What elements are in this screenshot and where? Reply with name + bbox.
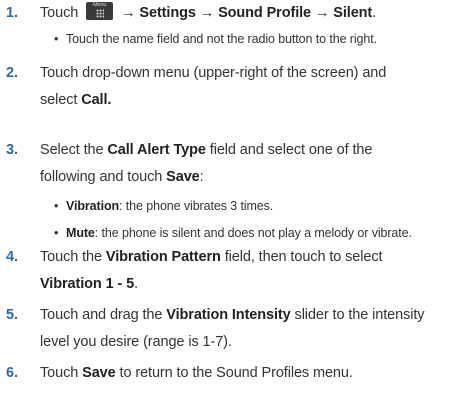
step-text-line: level you desire (range is 1-7). [40,334,232,350]
step-number: 3. [6,142,18,158]
step-text: Touch Menu → Settings → Sound Profile → … [40,0,474,27]
step-number: 5. [6,307,18,323]
step-text-line: Touch and drag the [40,307,167,323]
step-text-line: following and touch [40,169,167,185]
step-text-lead: Touch [40,5,79,21]
step-text-line: Touch drop-down menu (upper-right of the… [40,65,387,81]
step-text-line: slider to the intensity [290,307,425,323]
step-bullet: • Mute: the phone is silent and does not … [54,223,474,243]
step-number: 1. [6,5,18,21]
bullet-icon: • [54,199,59,213]
step-text: Select the Call Alert Type field and sel… [40,137,474,191]
step-text: Touch Save to return to the Sound Profil… [40,360,474,387]
step-bold: Vibration Pattern [105,249,221,265]
step-bold: Save [82,365,116,381]
step-note: • Touch the name field and not the radio … [54,29,474,49]
step-text: Touch the Vibration Pattern field, then … [40,244,474,298]
step-text: Touch and drag the Vibration Intensity s… [40,302,474,356]
step-path: → Settings → Sound Profile → Silent [121,5,373,21]
step-text-line: : [199,169,204,185]
step-text-tail: . [372,5,377,21]
bullet-bold: Mute [66,226,95,240]
step-text-line: field, then touch to select [220,249,383,265]
menu-icon-label: Menu [92,2,107,8]
bullet-bold: Vibration [66,199,120,213]
step-number: 4. [6,249,18,265]
step-bold: Save [166,169,200,185]
step-text-line: field and select one of the [205,142,373,158]
step-bold: Call. [81,92,112,108]
step-number: 6. [6,365,18,381]
step-bold: Vibration 1 - 5 [40,276,135,292]
step-text-line: Touch the [40,249,106,265]
menu-icon: Menu [86,2,114,20]
bullet-text: : the phone vibrates 3 times. [119,199,274,213]
step-text-line: Select the [40,142,108,158]
bullet-icon: • [54,226,59,240]
step-text-line: Touch [40,365,83,381]
step-number: 2. [6,65,18,81]
step-text: Touch drop-down menu (upper-right of the… [40,60,474,114]
step-bullet: • Vibration: the phone vibrates 3 times. [54,196,474,216]
bullet-text: : the phone is silent and does not play … [94,226,412,240]
step-bold: Call Alert Type [107,142,206,158]
step-bold: Vibration Intensity [166,307,291,323]
bullet-icon: • [54,32,59,46]
step-text-line: to return to the Sound Profiles menu. [115,365,353,381]
step-text-line: select [40,92,82,108]
step-note-text: Touch the name field and not the radio b… [66,32,377,46]
step-text-line: . [134,276,139,292]
